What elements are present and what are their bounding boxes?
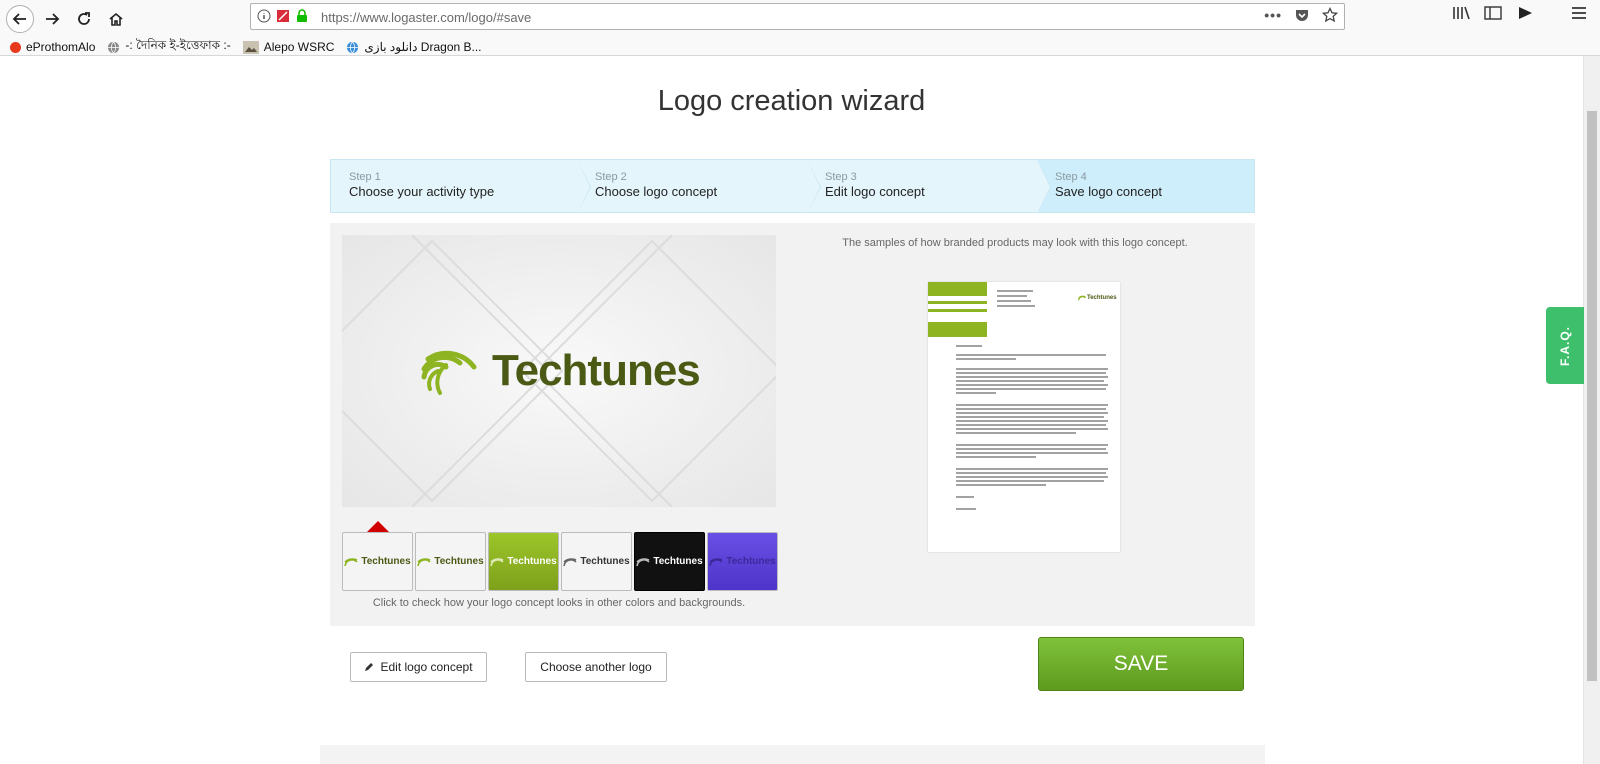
- signal-arcs-icon: [417, 557, 431, 566]
- url-text[interactable]: https://www.logaster.com/logo/#save: [321, 10, 531, 25]
- letterhead-bar: [928, 322, 987, 337]
- swatch-label: Techtunes: [434, 556, 484, 567]
- selected-swatch-pointer: [367, 521, 389, 532]
- flag-arrow-icon[interactable]: [1516, 5, 1534, 21]
- logo-preview: Techtunes: [342, 235, 776, 507]
- swatch-green-bg[interactable]: Techtunes: [488, 532, 559, 591]
- step-number: Step 4: [1055, 171, 1087, 183]
- forward-button[interactable]: [38, 5, 66, 33]
- swatch-light-olive[interactable]: Techtunes: [415, 532, 486, 591]
- signal-arcs-icon: [563, 557, 577, 566]
- choose-another-label: Choose another logo: [540, 660, 652, 674]
- step-label: Choose logo concept: [595, 184, 718, 199]
- letterhead-bar: [928, 282, 987, 296]
- step-4[interactable]: Step 4 Save logo concept: [1037, 160, 1254, 212]
- page-scrollbar[interactable]: [1583, 56, 1600, 764]
- save-button[interactable]: SAVE: [1038, 637, 1244, 691]
- page-title: Logo creation wizard: [657, 85, 926, 117]
- wizard-steps: Step 1 Choose your activity type Step 2 …: [330, 159, 1255, 214]
- signal-arcs-icon: [344, 557, 358, 566]
- edit-logo-label: Edit logo concept: [380, 660, 473, 674]
- color-swatches: Techtunes Techtunes Techtunes Techtunes …: [342, 532, 778, 591]
- signal-arcs-icon: [709, 557, 723, 566]
- footer-panel: [320, 745, 1265, 764]
- logo-text: Techtunes: [492, 346, 701, 395]
- edit-logo-button[interactable]: Edit logo concept: [350, 652, 487, 682]
- bookmark-item[interactable]: eProthomAlo: [10, 40, 95, 54]
- pocket-icon[interactable]: [1294, 7, 1310, 23]
- swatch-hint: Click to check how your logo concept loo…: [372, 597, 746, 609]
- swatch-black-bg[interactable]: Techtunes: [634, 532, 705, 591]
- signal-arcs-icon: [1078, 295, 1086, 301]
- faq-label: F.A.Q.: [1558, 325, 1573, 366]
- red-dot-icon: [10, 41, 21, 53]
- home-button[interactable]: [102, 5, 130, 33]
- bookmark-label: دانلود بازی Dragon B...: [364, 40, 482, 54]
- signal-arcs-icon: [636, 557, 650, 566]
- bookmark-star-icon[interactable]: [1322, 7, 1338, 23]
- bookmark-item[interactable]: Alepo WSRC: [242, 40, 335, 54]
- back-button[interactable]: [6, 5, 34, 33]
- browser-toolbar: https://www.logaster.com/logo/#save ••• …: [0, 0, 1600, 56]
- bookmarks-bar: eProthomAlo -: দৈনিক ই-ইত্তেফাক :- Alepo…: [10, 37, 482, 57]
- swatch-label: Techtunes: [653, 556, 703, 567]
- globe-icon: [108, 41, 120, 53]
- letterhead-bar: [928, 309, 987, 312]
- letterhead-logo: Techtunes: [1078, 295, 1117, 301]
- image-icon: [242, 40, 259, 54]
- swatch-label: Techtunes: [507, 556, 557, 567]
- step-number: Step 1: [349, 171, 381, 183]
- bookmark-label: eProthomAlo: [26, 40, 96, 54]
- swatch-light-gray[interactable]: Techtunes: [561, 532, 632, 591]
- logo-mark: Techtunes: [418, 343, 701, 399]
- info-icon[interactable]: [257, 9, 271, 23]
- tracking-shield-icon[interactable]: [276, 9, 290, 23]
- globe-icon: [347, 41, 359, 53]
- library-icon[interactable]: [1452, 5, 1470, 21]
- step-label: Choose your activity type: [349, 184, 495, 199]
- signal-arcs-icon: [490, 557, 504, 566]
- swatch-label: Techtunes: [580, 556, 630, 567]
- reload-icon: [78, 12, 90, 25]
- home-icon: [109, 12, 123, 26]
- letterhead-logo-text: Techtunes: [1087, 295, 1117, 301]
- step-label: Edit logo concept: [825, 184, 925, 199]
- address-bar[interactable]: https://www.logaster.com/logo/#save •••: [250, 3, 1345, 30]
- swatch-purple-bg[interactable]: Techtunes: [707, 532, 778, 591]
- reload-button[interactable]: [70, 5, 98, 33]
- bookmark-label: -: দৈনিক ই-ইত্তেফাক :-: [125, 38, 231, 52]
- step-3[interactable]: Step 3 Edit logo concept: [807, 160, 1051, 214]
- samples-caption: The samples of how branded products may …: [842, 237, 1188, 249]
- letterhead-bar: [928, 301, 987, 304]
- scrollbar-thumb[interactable]: [1587, 111, 1597, 681]
- letterhead-sample[interactable]: Techtunes: [928, 282, 1120, 552]
- page-actions-icon[interactable]: •••: [1264, 7, 1282, 23]
- bookmark-item[interactable]: -: দৈনিক ই-ইত্তেফাক :-: [107, 37, 231, 57]
- step-2[interactable]: Step 2 Choose logo concept: [577, 160, 821, 214]
- swatch-light-green[interactable]: Techtunes: [342, 532, 413, 591]
- signal-arcs-icon: [421, 350, 477, 395]
- step-1[interactable]: Step 1 Choose your activity type: [331, 160, 591, 214]
- pencil-icon: [365, 663, 374, 671]
- sidebar-icon[interactable]: [1484, 5, 1502, 21]
- logo-preview-panel: Techtunes Techtunes Techtunes Techtunes …: [330, 223, 1255, 626]
- choose-another-logo-button[interactable]: Choose another logo: [525, 652, 667, 682]
- swatch-label: Techtunes: [726, 556, 776, 567]
- step-number: Step 3: [825, 171, 857, 183]
- save-label: SAVE: [1113, 652, 1169, 675]
- back-arrow-icon: [12, 13, 26, 25]
- forward-arrow-icon: [46, 13, 60, 25]
- bookmark-item[interactable]: دانلود بازی Dragon B...: [346, 40, 482, 54]
- swatch-label: Techtunes: [361, 556, 411, 567]
- faq-tab[interactable]: F.A.Q.: [1546, 307, 1584, 384]
- step-label: Save logo concept: [1055, 184, 1162, 199]
- step-number: Step 2: [595, 171, 627, 183]
- lock-icon[interactable]: [295, 9, 309, 23]
- bookmark-label: Alepo WSRC: [263, 40, 335, 54]
- menu-icon[interactable]: [1570, 5, 1588, 21]
